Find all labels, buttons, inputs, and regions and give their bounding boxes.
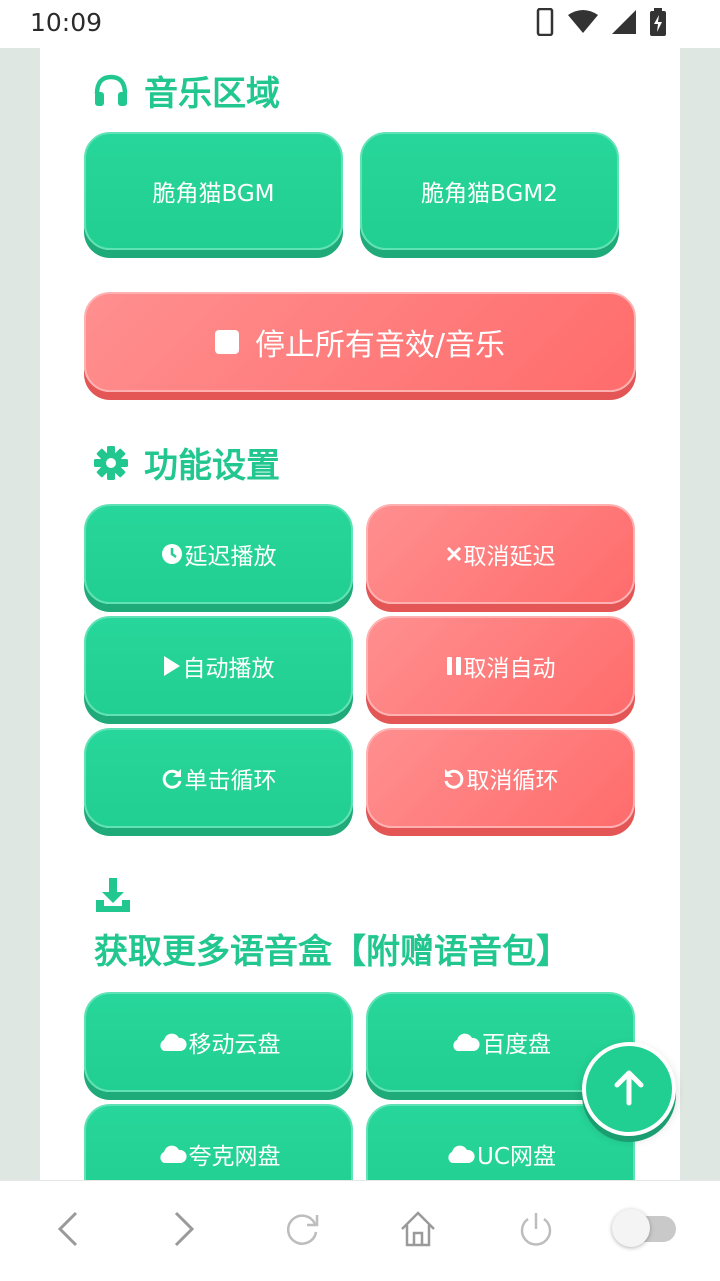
button-label: 停止所有音效/音乐 bbox=[254, 328, 506, 363]
phone-icon bbox=[536, 7, 554, 40]
battery-icon bbox=[650, 8, 666, 40]
cloud-icon bbox=[450, 1032, 480, 1052]
auto-play-button[interactable]: 自动播放 bbox=[84, 616, 353, 716]
delay-play-button[interactable]: 延迟播放 bbox=[84, 504, 353, 604]
download-section-title: 获取更多语音盒【附赠语音包】 bbox=[94, 932, 570, 972]
button-label: 百度盘 bbox=[482, 1032, 551, 1058]
download-icon bbox=[94, 876, 132, 918]
button-label: 单击循环 bbox=[184, 768, 277, 794]
button-label: 夸克网盘 bbox=[188, 1144, 281, 1170]
stop-all-button[interactable]: 停止所有音效/音乐 bbox=[84, 292, 636, 392]
redo-icon bbox=[161, 767, 183, 789]
clock-icon bbox=[161, 543, 183, 565]
content-card: 音乐区域 脆角猫BGM 脆角猫BGM2 停止所有音效/音乐 功能设置 延迟播放 … bbox=[40, 48, 680, 1180]
mobile-cloud-button[interactable]: 移动云盘 bbox=[84, 992, 353, 1092]
button-label: 取消自动 bbox=[463, 656, 556, 682]
arrow-up-icon bbox=[609, 1067, 649, 1111]
cancel-loop-button[interactable]: 取消循环 bbox=[366, 728, 635, 828]
status-icons bbox=[536, 7, 666, 40]
back-icon bbox=[56, 1211, 80, 1251]
refresh-icon bbox=[283, 1210, 321, 1252]
wifi-icon bbox=[568, 10, 598, 38]
status-time: 10:09 bbox=[30, 8, 103, 37]
cloud-icon bbox=[445, 1144, 475, 1164]
quark-pan-button[interactable]: 夸克网盘 bbox=[84, 1104, 353, 1180]
button-label: 取消延迟 bbox=[463, 544, 556, 570]
settings-section-title: 功能设置 bbox=[144, 446, 280, 486]
cancel-delay-button[interactable]: 取消延迟 bbox=[366, 504, 635, 604]
signal-icon bbox=[612, 10, 636, 38]
music-section-title: 音乐区域 bbox=[144, 74, 280, 114]
back-button[interactable] bbox=[48, 1209, 88, 1253]
forward-button[interactable] bbox=[164, 1209, 204, 1253]
status-bar: 10:09 bbox=[0, 0, 720, 48]
headphones-icon bbox=[92, 72, 130, 110]
button-label: 自动播放 bbox=[182, 656, 275, 682]
toggle-switch[interactable] bbox=[612, 1208, 678, 1248]
music-section-heading: 音乐区域 bbox=[92, 66, 280, 115]
undo-icon bbox=[443, 767, 465, 789]
pause-icon bbox=[446, 656, 462, 676]
cloud-icon bbox=[157, 1032, 187, 1052]
button-label: UC网盘 bbox=[477, 1144, 556, 1170]
close-icon bbox=[446, 546, 462, 562]
single-loop-button[interactable]: 单击循环 bbox=[84, 728, 353, 828]
forward-icon bbox=[172, 1211, 196, 1251]
home-button[interactable] bbox=[396, 1209, 440, 1253]
scroll-to-top-button[interactable] bbox=[582, 1042, 676, 1136]
button-label: 取消循环 bbox=[466, 768, 559, 794]
button-label: 脆角猫BGM bbox=[152, 181, 275, 207]
stop-icon bbox=[214, 330, 239, 354]
gear-icon bbox=[92, 444, 130, 482]
button-label: 移动云盘 bbox=[188, 1032, 281, 1058]
refresh-button[interactable] bbox=[280, 1209, 324, 1253]
download-section-heading: 获取更多语音盒【附赠语音包】 bbox=[94, 924, 570, 973]
home-icon bbox=[398, 1209, 438, 1253]
play-icon bbox=[163, 655, 181, 677]
button-label: 延迟播放 bbox=[184, 544, 277, 570]
cancel-auto-button[interactable]: 取消自动 bbox=[366, 616, 635, 716]
bgm-button-1[interactable]: 脆角猫BGM bbox=[84, 132, 343, 250]
power-button[interactable] bbox=[514, 1209, 558, 1253]
button-label: 脆角猫BGM2 bbox=[421, 181, 558, 207]
settings-section-heading: 功能设置 bbox=[92, 438, 280, 487]
bgm-button-2[interactable]: 脆角猫BGM2 bbox=[360, 132, 619, 250]
cloud-icon bbox=[157, 1144, 187, 1164]
toggle-knob bbox=[612, 1209, 650, 1247]
power-icon bbox=[517, 1210, 555, 1252]
